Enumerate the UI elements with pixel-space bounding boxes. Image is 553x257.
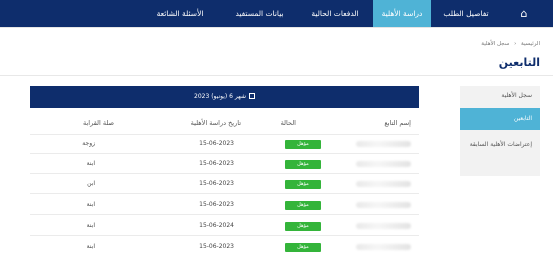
breadcrumb-separator: ‹ [514, 41, 517, 47]
relation: ابنة [86, 243, 95, 250]
nav-beneficiary-data[interactable]: بيانات المستفيد [222, 0, 297, 27]
status-badge: مؤهل [285, 243, 321, 252]
sidebar-item-dependents[interactable]: التابعين [460, 108, 540, 130]
row-divider [30, 214, 419, 215]
column-header-name: إسم التابع [384, 119, 411, 127]
nav-faq[interactable]: الأسئلة الشائعة [141, 0, 219, 27]
sidebar-item-eligibility-log[interactable]: سجل الأهلية [460, 86, 540, 106]
header-divider [30, 134, 419, 135]
eligibility-date: 15-06-2023 [199, 243, 234, 250]
nav-current-payments[interactable]: الدفعات الحالية [300, 0, 370, 27]
period-header: شهر 6 (يونيو) 2023 [30, 86, 419, 108]
relation: ابنة [86, 222, 95, 229]
dependent-name-redacted [356, 223, 411, 229]
eligibility-date: 15-06-2023 [199, 160, 234, 167]
relation: ابن [87, 180, 95, 187]
row-divider [30, 173, 419, 174]
nav-request-details[interactable]: تفاصيل الطلب [431, 0, 501, 27]
sidebar: سجل الأهلية التابعين إعتراضات الأهلية ال… [460, 86, 540, 176]
eligibility-date: 15-06-2023 [199, 140, 234, 147]
dependent-name-redacted [356, 141, 411, 147]
dependent-name-redacted [356, 202, 411, 208]
row-divider [30, 153, 419, 154]
home-icon[interactable]: ⌂ [513, 0, 535, 27]
column-header-date: تاريخ دراسة الأهلية [190, 119, 241, 127]
breadcrumb: الرئيسية ‹ سجل الأهلية [478, 41, 540, 47]
status-badge: مؤهل [285, 160, 321, 169]
page-title: التابعين [498, 56, 540, 69]
column-header-relation: صلة القرابة [83, 119, 114, 127]
top-navigation: ⌂ تفاصيل الطلب دراسة الأهلية الدفعات الح… [0, 0, 553, 27]
calendar-icon [248, 93, 255, 99]
nav-eligibility-study[interactable]: دراسة الأهلية [373, 0, 431, 27]
status-badge: مؤهل [285, 222, 321, 231]
column-header-status: الحالة [280, 119, 296, 127]
dependent-name-redacted [356, 161, 411, 167]
dependent-name-redacted [356, 181, 411, 187]
row-divider [30, 193, 419, 194]
title-divider [0, 75, 553, 76]
eligibility-date: 15-06-2023 [199, 201, 234, 208]
eligibility-date: 15-06-2024 [199, 222, 234, 229]
status-badge: مؤهل [285, 180, 321, 189]
relation: زوجة [82, 140, 95, 147]
relation: ابنة [86, 160, 95, 167]
nav-divider [0, 27, 553, 28]
period-label: شهر 6 (يونيو) 2023 [194, 93, 246, 100]
breadcrumb-eligibility-log[interactable]: سجل الأهلية [481, 41, 509, 47]
dependent-name-redacted [356, 244, 411, 250]
relation: ابنة [86, 201, 95, 208]
eligibility-date: 15-06-2023 [199, 180, 234, 187]
sidebar-item-previous-objections[interactable]: إعتراضات الأهلية السابقة [460, 136, 540, 166]
status-badge: مؤهل [285, 201, 321, 210]
row-divider [30, 235, 419, 236]
breadcrumb-home[interactable]: الرئيسية [521, 41, 540, 47]
status-badge: مؤهل [285, 140, 321, 149]
dependents-panel: شهر 6 (يونيو) 2023 إسم التابع الحالة تار… [30, 86, 419, 257]
